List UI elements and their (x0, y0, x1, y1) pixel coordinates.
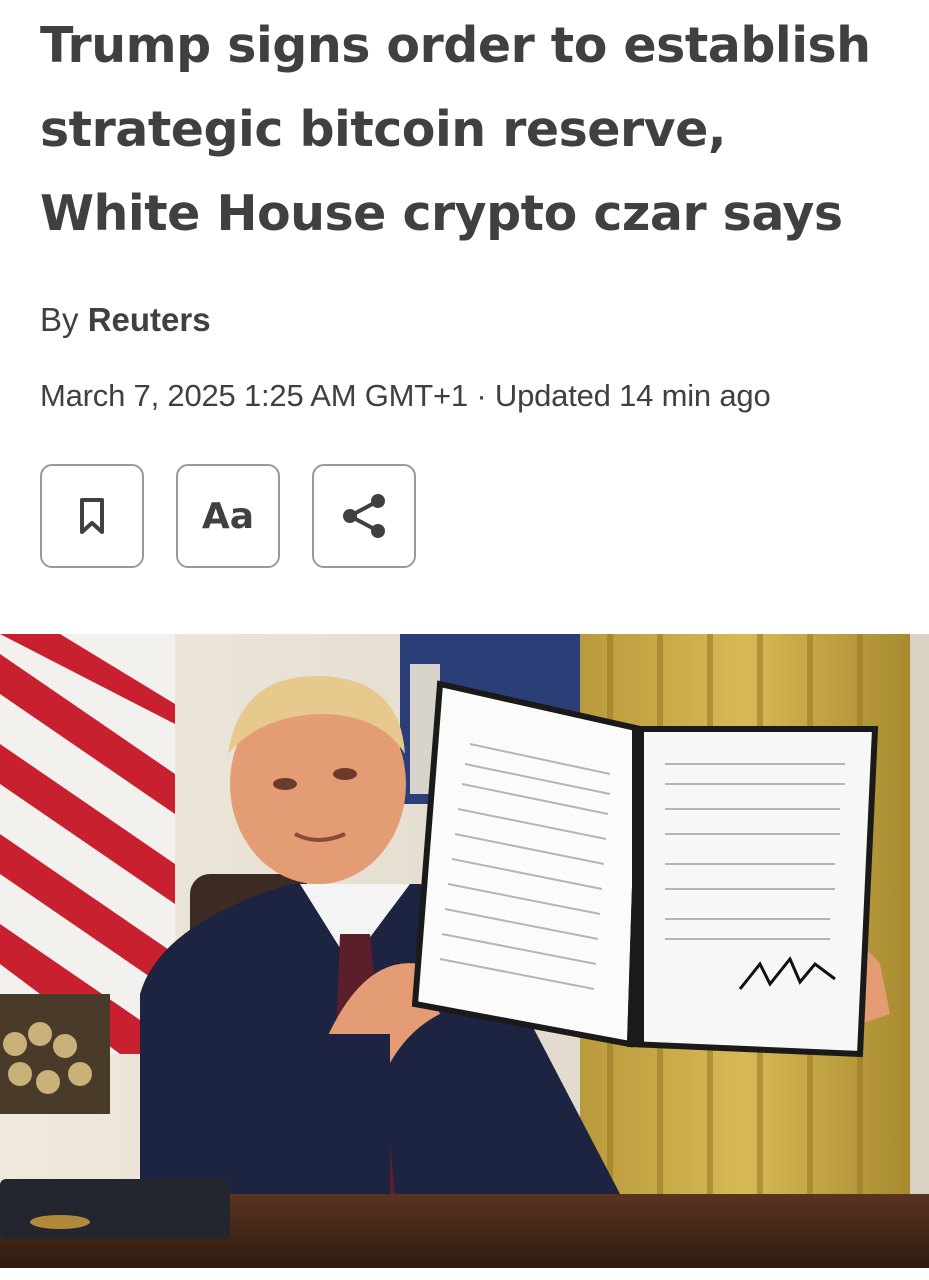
article-photo (0, 634, 929, 1268)
share-button[interactable] (312, 464, 416, 568)
byline: By Reuters (40, 300, 211, 340)
text-size-button[interactable]: Aa (176, 464, 280, 568)
bookmark-button[interactable] (40, 464, 144, 568)
document-illustration (411, 680, 879, 1058)
article-dateline: March 7, 2025 1:25 AM GMT+1 · Updated 14… (40, 378, 771, 413)
text-size-label: Aa (201, 495, 255, 537)
article-headline: Trump signs order to establish strategic… (40, 17, 871, 242)
byline-author-link[interactable]: Reuters (88, 301, 211, 338)
byline-prefix: By (40, 301, 88, 338)
bookmark-icon (80, 498, 104, 534)
photo-illustration (0, 634, 929, 1268)
article-actions: Aa (40, 464, 416, 568)
share-icon (343, 494, 385, 538)
